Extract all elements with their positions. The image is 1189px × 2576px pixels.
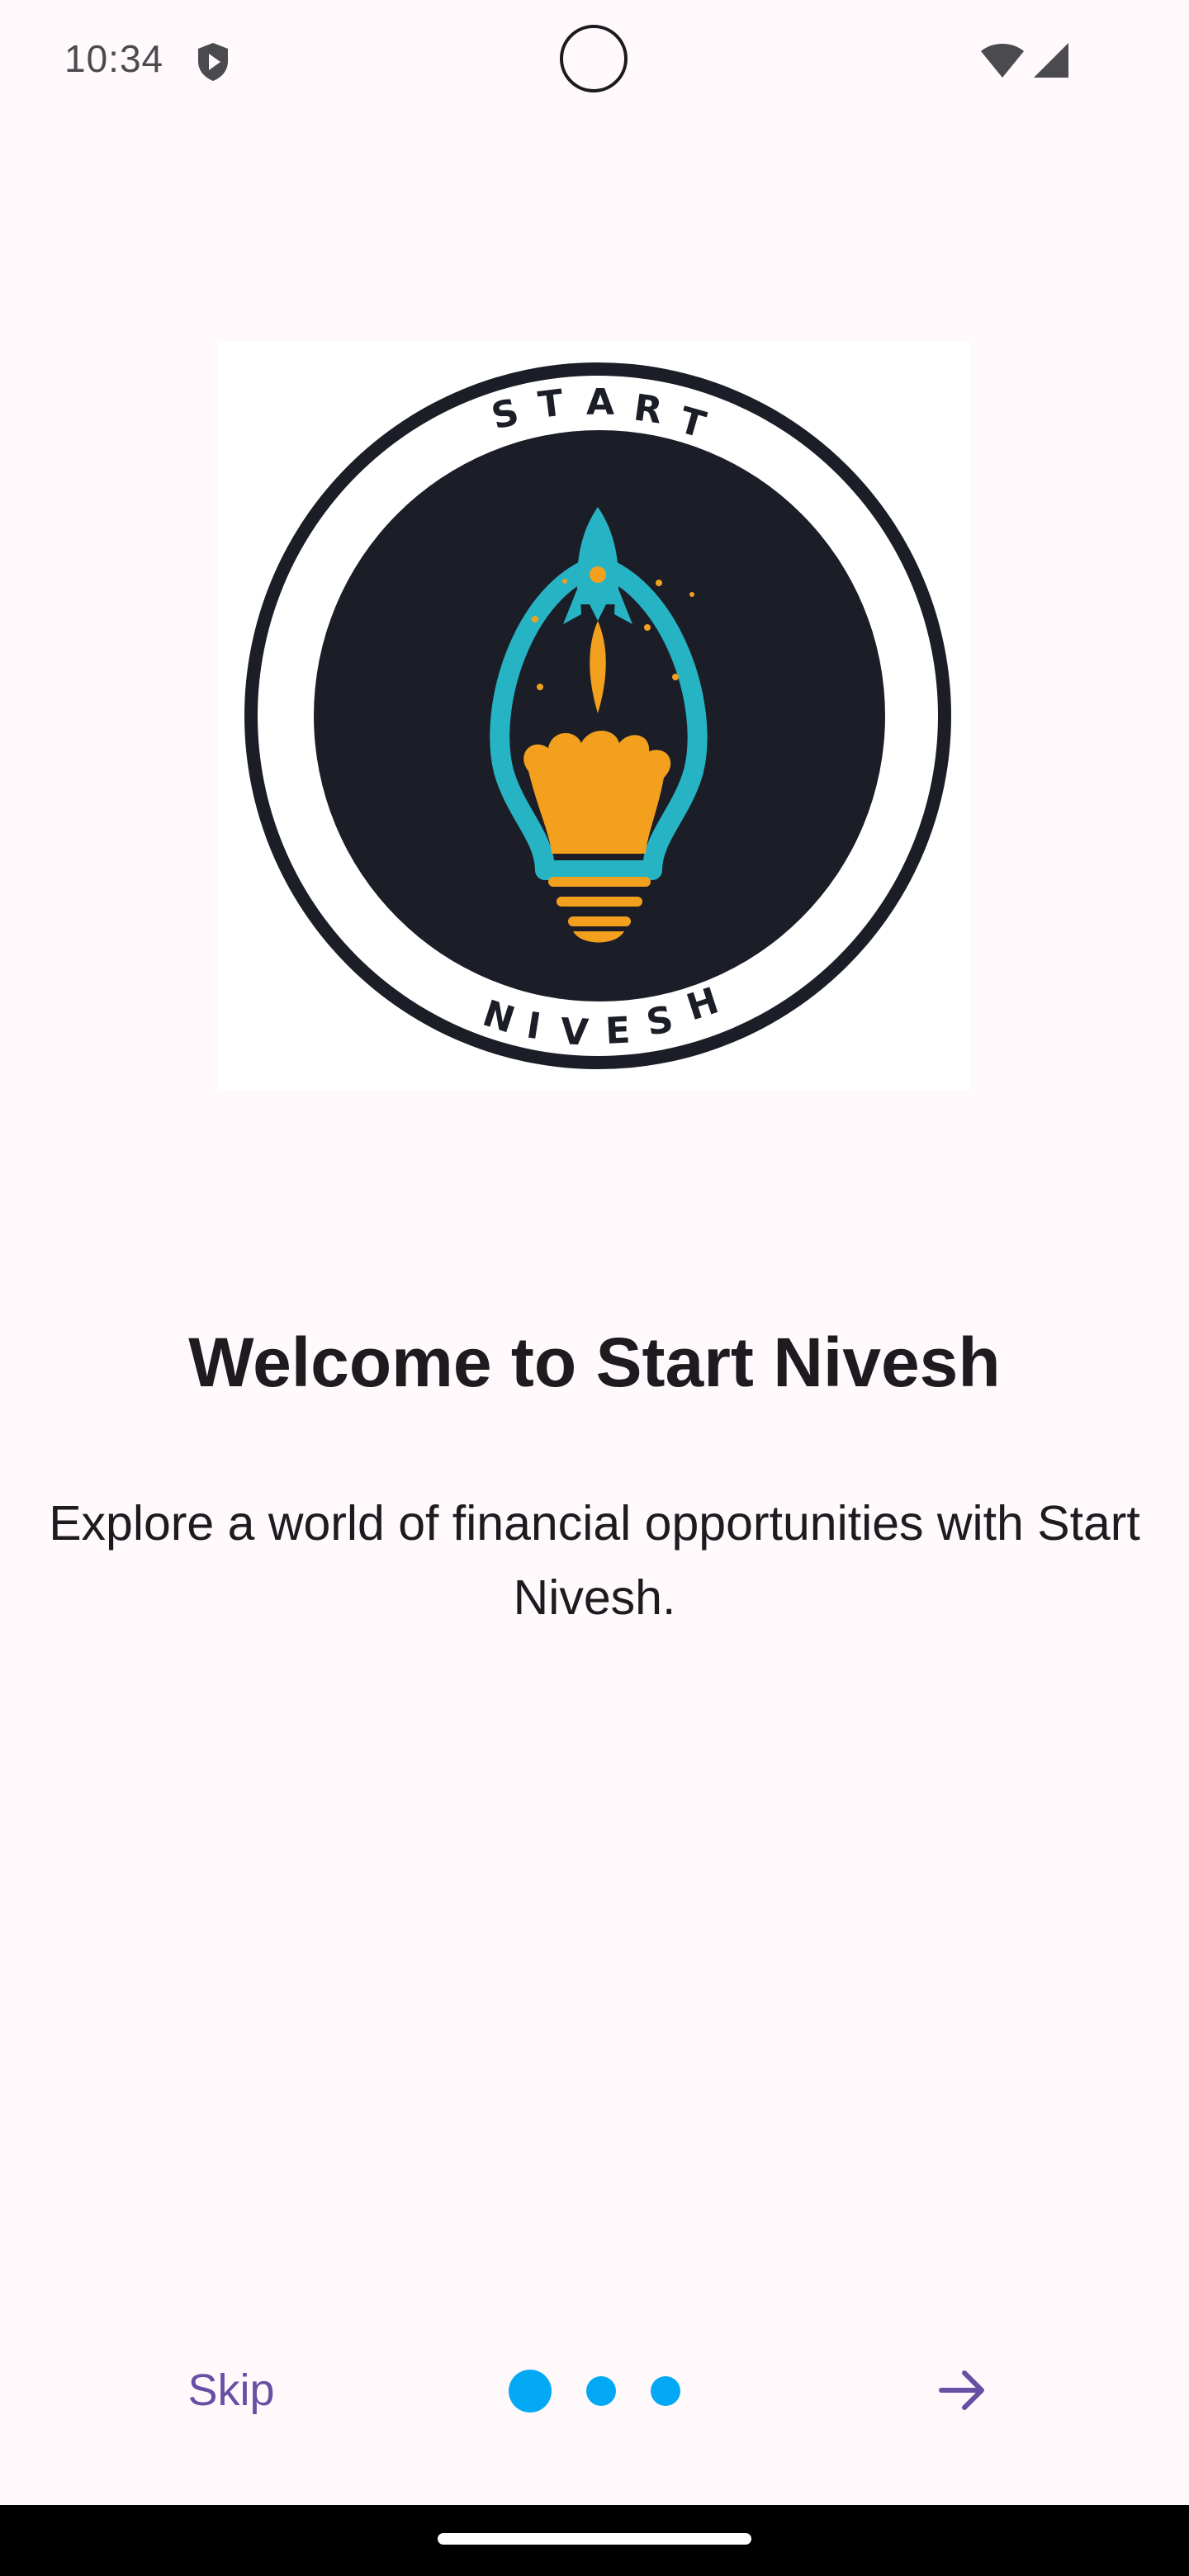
onboarding-subtitle: Explore a world of financial opportuniti… [49, 1496, 1140, 1625]
page-dot [586, 2376, 616, 2406]
page-indicator [507, 2366, 689, 2416]
svg-text:R: R [631, 386, 665, 432]
status-time: 10:34 [64, 37, 164, 80]
shield-icon [198, 43, 228, 81]
signal-icon [1034, 43, 1068, 78]
svg-text:V: V [559, 1011, 590, 1054]
svg-text:E: E [604, 1009, 632, 1053]
home-gesture-handle[interactable] [438, 2533, 751, 2545]
camera-cutout [560, 25, 628, 92]
start-nivesh-logo: S T A R T N I V E S H [218, 342, 971, 1090]
onboarding-title: Welcome to Start Nivesh [188, 1324, 1001, 1401]
svg-text:A: A [586, 381, 614, 424]
svg-text:T: T [536, 382, 566, 427]
next-button[interactable] [925, 2353, 999, 2427]
page-dot [651, 2376, 680, 2406]
onboarding-screen: 10:34 S T A R T N I V E S H Welcome to S… [0, 0, 1189, 2576]
skip-button[interactable]: Skip [165, 2353, 297, 2427]
page-dot-active [509, 2370, 552, 2413]
arrow-right-icon [939, 2370, 984, 2410]
wifi-icon [981, 44, 1024, 78]
logo-graphic: S T A R T N I V E S H [244, 362, 951, 1069]
